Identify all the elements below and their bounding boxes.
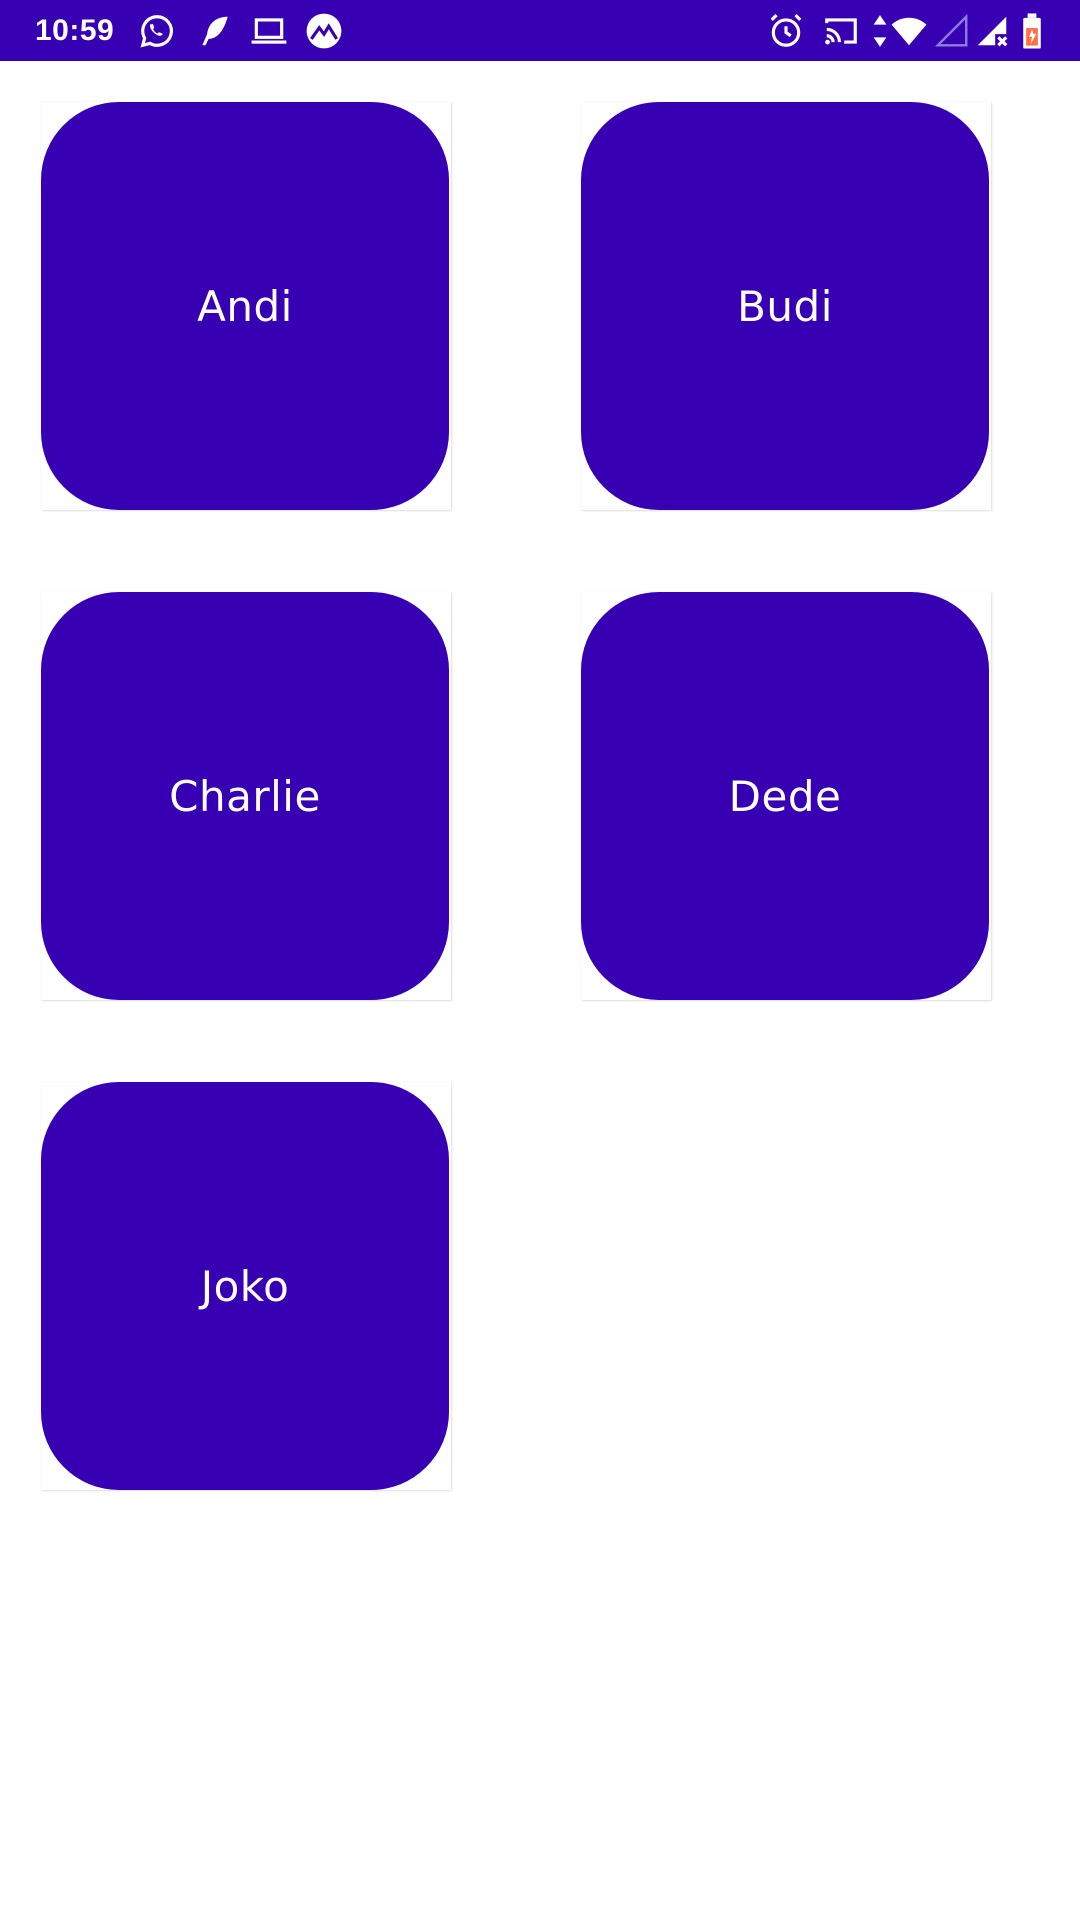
grid-button-joko[interactable]: Joko — [41, 1082, 449, 1490]
grid-label-andi: Andi — [197, 281, 293, 331]
status-bar: 10:59 — [0, 0, 1080, 61]
whatsapp-icon — [138, 12, 176, 50]
alarm-icon — [767, 12, 805, 50]
data-arrows-icon — [868, 12, 892, 50]
grid-card-charlie: Charlie — [41, 592, 451, 1000]
battery-charging-icon — [1017, 12, 1047, 50]
feather-app-icon — [196, 12, 234, 50]
cast-icon — [822, 12, 860, 50]
laptop-icon — [250, 12, 288, 50]
grid-button-charlie[interactable]: Charlie — [41, 592, 449, 1000]
grid-label-charlie: Charlie — [169, 771, 321, 821]
app-badge-icon — [305, 12, 343, 50]
grid-button-dede[interactable]: Dede — [581, 592, 989, 1000]
signal-no-data-icon — [973, 12, 1011, 50]
grid-label-joko: Joko — [200, 1261, 290, 1311]
wifi-icon — [890, 12, 928, 50]
grid-label-budi: Budi — [737, 281, 833, 331]
grid-card-andi: Andi — [41, 102, 451, 510]
signal-empty-icon — [933, 12, 971, 50]
grid-button-andi[interactable]: Andi — [41, 102, 449, 510]
contact-grid: Andi Budi Charlie Dede Joko — [0, 61, 1080, 1920]
grid-card-budi: Budi — [581, 102, 991, 510]
grid-card-joko: Joko — [41, 1082, 451, 1490]
grid-button-budi[interactable]: Budi — [581, 102, 989, 510]
grid-label-dede: Dede — [728, 771, 842, 821]
status-time: 10:59 — [35, 14, 115, 47]
grid-card-dede: Dede — [581, 592, 991, 1000]
